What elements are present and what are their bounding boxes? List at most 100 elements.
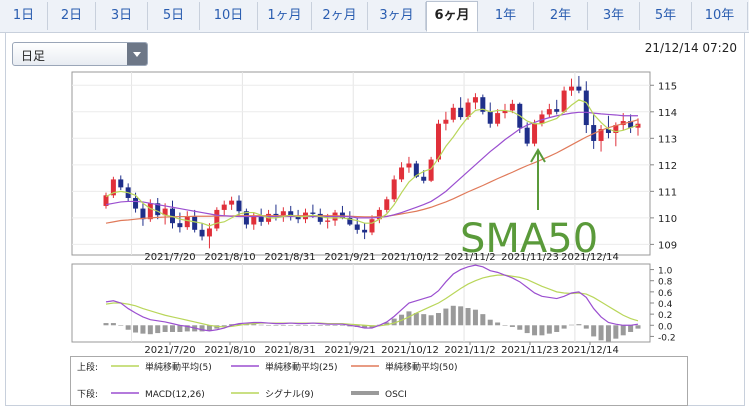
- candle-body: [177, 223, 183, 228]
- osci-bar: [546, 325, 552, 334]
- candle-body: [561, 90, 567, 112]
- candle-body: [532, 123, 538, 144]
- candle-body: [362, 229, 368, 233]
- price-ytick-label: 115: [658, 81, 677, 92]
- price-ytick-label: 112: [658, 161, 677, 172]
- macd-ytick-label: -0.2: [658, 333, 676, 343]
- osci-bar: [532, 325, 538, 336]
- candle-body: [221, 204, 227, 210]
- candle-body: [133, 197, 139, 209]
- candle-body: [524, 127, 530, 144]
- osci-bar: [428, 315, 434, 326]
- macd-ytick-label: 0.8: [658, 278, 673, 288]
- osci-bar: [458, 306, 464, 326]
- osci-bar: [317, 325, 323, 326]
- price-ytick-label: 110: [658, 214, 677, 225]
- candle-body: [546, 109, 552, 115]
- osci-bar: [295, 325, 301, 326]
- x-tick-label-bottom: 2021/12/14: [561, 345, 619, 356]
- x-tick-label: 2021/10/12: [381, 252, 439, 263]
- legend-item: シグナル(9): [265, 388, 314, 400]
- osci-bar: [133, 325, 139, 333]
- osci-bar: [554, 325, 560, 332]
- candle-body: [443, 119, 449, 124]
- osci-bar: [125, 325, 131, 330]
- price-chart: 109 110 111 112 113 114 115 1.00.80.60.40.20.0-…: [71, 71, 677, 356]
- macd-ytick-label: 1.0: [658, 267, 673, 277]
- candle-body: [421, 176, 427, 181]
- candle-body: [206, 228, 212, 237]
- candle-body: [273, 213, 279, 216]
- osci-bar: [103, 323, 109, 326]
- candle-body: [310, 212, 316, 214]
- osci-bar: [465, 308, 471, 326]
- legend: 上段: 下段: 単純移動平均(5) 単純移動平均(25) 単純移動平均(50) MACD(…: [70, 356, 688, 406]
- candle-body: [436, 123, 441, 160]
- osci-bar: [517, 325, 523, 330]
- osci-bar: [620, 325, 626, 336]
- osci-bar: [635, 325, 641, 329]
- legend-upper-label: 上段:: [77, 361, 98, 373]
- candle-body: [118, 179, 124, 188]
- legend-item: MACD(12,26): [145, 390, 205, 400]
- osci-bar: [524, 325, 530, 334]
- macd-ytick-label: 0.0: [658, 322, 673, 332]
- osci-bar: [280, 325, 286, 326]
- osci-bar: [613, 325, 619, 339]
- osci-bar: [502, 325, 508, 326]
- x-tick-label-bottom: 2021/7/20: [144, 345, 195, 356]
- candle-body: [576, 86, 582, 91]
- candle-body: [384, 199, 390, 210]
- candle-body: [509, 103, 515, 111]
- x-tick-label: 2021/8/31: [264, 252, 315, 263]
- osci-bar: [495, 322, 501, 326]
- osci-bar: [487, 319, 493, 326]
- osci-bar: [605, 325, 611, 342]
- candle-body: [258, 216, 264, 222]
- candle-body: [199, 229, 205, 237]
- osci-bar: [140, 325, 146, 334]
- candle-body: [399, 167, 405, 180]
- candle-body: [229, 200, 235, 205]
- x-tick-label: 2021/8/10: [204, 252, 255, 263]
- osci-bar: [509, 325, 515, 327]
- legend-item: OSCI: [385, 390, 407, 400]
- osci-bar: [110, 323, 116, 326]
- candle-body: [406, 163, 412, 168]
- osci-bar: [480, 314, 486, 326]
- osci-bar: [118, 325, 124, 326]
- annotation-label: SMA50: [460, 216, 598, 262]
- x-tick-label-bottom: 2021/8/31: [264, 345, 315, 356]
- x-tick-label-bottom: 2021/11/23: [501, 345, 559, 356]
- osci-bar: [583, 325, 589, 329]
- macd-ytick-label: 0.6: [658, 289, 673, 299]
- osci-bar: [443, 308, 449, 326]
- price-ytick-label: 113: [658, 134, 677, 145]
- x-tick-label-bottom: 2021/9/21: [324, 345, 375, 356]
- candle-body: [325, 220, 331, 222]
- osci-bar: [325, 325, 331, 326]
- x-tick-label-bottom: 2021/11/2: [444, 345, 495, 356]
- candle-body: [569, 86, 574, 91]
- x-tick-label-bottom: 2021/10/12: [381, 345, 439, 356]
- candle-body: [140, 208, 146, 220]
- candle-body: [354, 224, 360, 230]
- candle-body: [495, 113, 501, 124]
- legend-item: 単純移動平均(25): [265, 361, 337, 373]
- candle-body: [554, 109, 560, 112]
- candle-body: [583, 90, 589, 126]
- osci-bar: [310, 325, 316, 326]
- candle-body: [458, 107, 464, 118]
- osci-bar: [177, 325, 183, 332]
- osci-bar: [569, 324, 574, 326]
- x-tick-label: 2021/9/21: [324, 252, 375, 263]
- osci-bar: [303, 325, 308, 326]
- candle-body: [369, 219, 375, 233]
- osci-bar: [436, 313, 441, 326]
- osci-bar: [413, 313, 419, 326]
- osci-bar: [288, 325, 294, 326]
- osci-bar: [332, 325, 338, 326]
- macd-ytick-label: 0.4: [658, 300, 673, 310]
- x-tick-label: 2021/7/20: [144, 252, 195, 263]
- osci-bar: [155, 325, 161, 334]
